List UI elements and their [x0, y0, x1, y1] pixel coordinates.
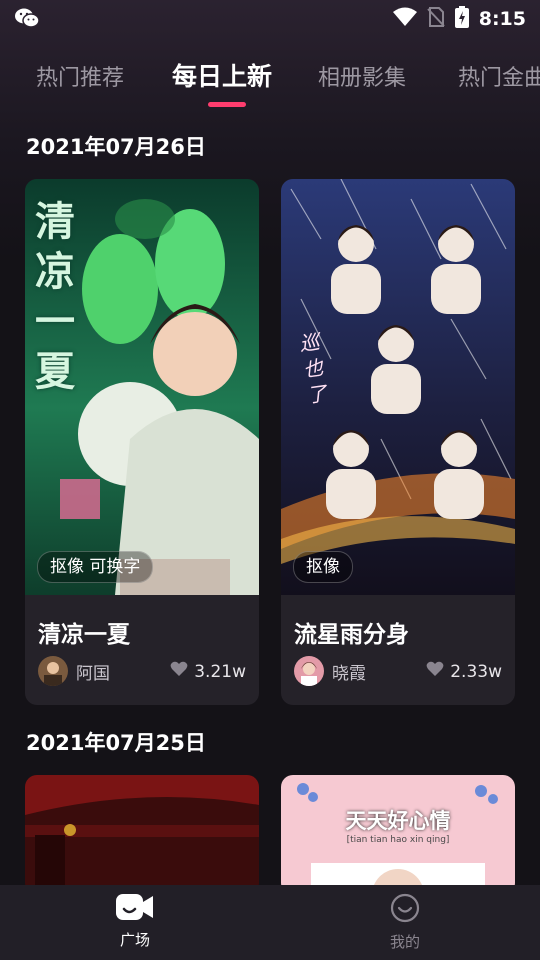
tab-daily-new[interactable]: 每日上新	[172, 57, 272, 93]
template-card[interactable]: 天天好心情 [tian tian hao xin qing]	[281, 775, 515, 895]
feature-tag: 抠像	[293, 551, 353, 583]
card-thumbnail: 巡也了	[281, 179, 515, 595]
tab-photo-album[interactable]: 相册影集	[318, 60, 406, 92]
wifi-icon	[392, 7, 417, 31]
likes-count: 2.33w	[426, 661, 502, 682]
feature-tag: 抠像 可换字	[37, 551, 154, 583]
section-date: 2021年07月25日	[26, 731, 206, 755]
tab-hot-songs[interactable]: 热门金曲	[458, 60, 540, 92]
active-tab-indicator	[208, 102, 246, 107]
nav-square[interactable]: 广场	[85, 893, 185, 950]
avatar	[38, 656, 68, 686]
heart-icon	[426, 661, 444, 682]
bottom-navigation: 广场 我的	[0, 885, 540, 960]
card-author: 晓霞	[294, 656, 366, 686]
smile-icon	[390, 893, 420, 927]
tab-hot-recommend[interactable]: 热门推荐	[36, 60, 124, 92]
avatar	[294, 656, 324, 686]
likes-value: 3.21w	[194, 661, 246, 682]
card-author: 阿国	[38, 656, 110, 686]
card-title: 清凉一夏	[38, 622, 130, 648]
likes-value: 2.33w	[450, 661, 502, 682]
battery-charging-icon	[454, 6, 469, 32]
likes-count: 3.21w	[170, 661, 246, 682]
card-title: 流星雨分身	[294, 622, 409, 648]
section-date: 2021年07月26日	[26, 135, 206, 159]
template-card[interactable]	[25, 775, 259, 895]
no-sim-icon	[427, 7, 445, 31]
nav-label: 我的	[389, 933, 420, 951]
template-card[interactable]: 巡也了 抠像 流星雨分身 晓霞 2.33w	[281, 179, 515, 705]
card-overlay-subtitle: [tian tian hao xin qing]	[346, 835, 450, 845]
card-overlay-title: 清凉一夏	[35, 199, 75, 395]
wechat-icon	[14, 8, 40, 32]
template-card[interactable]: 清凉一夏 抠像 可换字 清凉一夏 阿国 3.21w	[25, 179, 259, 705]
author-name: 晓霞	[332, 663, 366, 684]
category-tabs: 热门推荐 每日上新 相册影集 热门金曲	[0, 52, 540, 112]
card-overlay-title: 天天好心情	[345, 809, 451, 833]
status-bar: 8:15	[0, 0, 540, 36]
nav-mine[interactable]: 我的	[355, 893, 455, 952]
video-icon	[116, 894, 154, 925]
author-name: 阿国	[76, 663, 110, 684]
card-thumbnail	[25, 775, 259, 895]
card-thumbnail: 清凉一夏	[25, 179, 259, 595]
status-time: 8:15	[478, 8, 526, 30]
heart-icon	[170, 661, 188, 682]
nav-label: 广场	[119, 931, 150, 949]
